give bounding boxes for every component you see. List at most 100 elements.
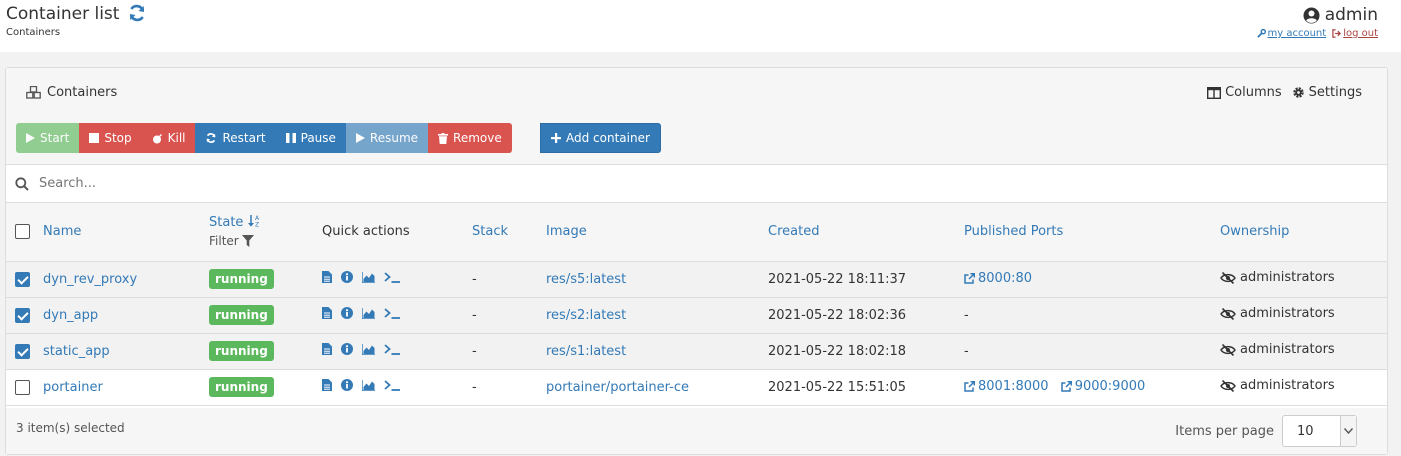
eye-slash-icon bbox=[1220, 271, 1236, 284]
published-port-link[interactable]: 8000:80 bbox=[964, 271, 1032, 286]
stack-cell: - bbox=[472, 333, 546, 370]
ports-cell: - bbox=[964, 333, 1220, 370]
sort-by-state[interactable]: State AZ bbox=[209, 215, 262, 230]
image-link[interactable]: res/s1:latest bbox=[546, 344, 626, 359]
select-all-checkbox[interactable] bbox=[15, 224, 30, 240]
gear-icon bbox=[1292, 87, 1304, 98]
logs-icon[interactable] bbox=[322, 307, 332, 319]
remove-button[interactable]: Remove bbox=[428, 123, 512, 153]
table-row[interactable]: static_app running - res/s1:latest 2021-… bbox=[6, 333, 1387, 370]
svg-text:Z: Z bbox=[255, 222, 259, 228]
panel-header: Containers Columns Settings bbox=[6, 68, 1387, 114]
action-toolbar: Start Stop Kill Restart Pause Resume Rem… bbox=[6, 114, 1387, 165]
selected-count: 3 item(s) selected bbox=[16, 421, 125, 435]
created-cell: 2021-05-22 18:02:36 bbox=[768, 297, 964, 334]
containers-table: Name State AZ Filter Quick actions Stack… bbox=[6, 203, 1387, 406]
search-input[interactable] bbox=[39, 176, 639, 191]
user-circle-icon bbox=[1303, 7, 1320, 23]
info-circle-icon[interactable] bbox=[341, 271, 353, 283]
published-port-link[interactable]: 9000:9000 bbox=[1060, 379, 1145, 394]
image-link[interactable]: res/s5:latest bbox=[546, 272, 626, 287]
table-row[interactable]: dyn_app running - res/s2:latest 2021-05-… bbox=[6, 297, 1387, 334]
add-container-button[interactable]: Add container bbox=[540, 123, 661, 153]
items-per-page-label: Items per page bbox=[1175, 423, 1274, 439]
sort-by-ports[interactable]: Published Ports bbox=[964, 224, 1063, 239]
columns-button[interactable]: Columns bbox=[1207, 85, 1282, 100]
filter-icon bbox=[241, 235, 254, 248]
page-title: Container list bbox=[6, 4, 120, 24]
stack-cell: - bbox=[472, 369, 546, 406]
sort-by-image[interactable]: Image bbox=[546, 224, 587, 239]
info-circle-icon[interactable] bbox=[341, 343, 353, 355]
status-badge: running bbox=[209, 269, 274, 289]
published-port-link[interactable]: 8001:8000 bbox=[964, 379, 1049, 394]
sort-by-created[interactable]: Created bbox=[768, 224, 819, 239]
settings-button[interactable]: Settings bbox=[1292, 85, 1362, 100]
console-icon[interactable] bbox=[384, 271, 401, 283]
info-circle-icon[interactable] bbox=[341, 307, 353, 319]
stop-button[interactable]: Stop bbox=[79, 123, 142, 153]
row-checkbox[interactable] bbox=[15, 343, 30, 359]
table-footer: 3 item(s) selected Items per page 10 bbox=[6, 408, 1387, 454]
bomb-icon bbox=[152, 133, 162, 143]
row-checkbox[interactable] bbox=[15, 271, 30, 287]
sort-by-name[interactable]: Name bbox=[43, 224, 81, 239]
table-row[interactable]: dyn_rev_proxy running - res/s5:latest 20… bbox=[6, 261, 1387, 298]
pause-icon bbox=[285, 133, 296, 143]
console-icon[interactable] bbox=[384, 343, 401, 355]
containers-panel: Containers Columns Settings Start Stop K… bbox=[5, 67, 1388, 455]
stats-chart-icon[interactable] bbox=[362, 343, 375, 355]
logs-icon[interactable] bbox=[322, 271, 332, 283]
chevron-down-icon bbox=[1344, 428, 1353, 434]
stats-chart-icon[interactable] bbox=[362, 307, 375, 319]
sort-by-stack[interactable]: Stack bbox=[472, 224, 508, 239]
restart-button[interactable]: Restart bbox=[195, 123, 276, 153]
container-name-link[interactable]: static_app bbox=[43, 344, 110, 359]
quick-actions-header: Quick actions bbox=[322, 203, 472, 262]
sort-by-ownership[interactable]: Ownership bbox=[1220, 224, 1289, 239]
external-link-icon bbox=[1060, 380, 1072, 392]
eye-slash-icon bbox=[1220, 307, 1236, 320]
external-link-icon bbox=[964, 272, 975, 284]
top-bar: Container list Containers admin my accou… bbox=[0, 0, 1401, 52]
stack-cell: - bbox=[472, 261, 546, 298]
row-checkbox[interactable] bbox=[15, 379, 30, 395]
stats-chart-icon[interactable] bbox=[362, 271, 375, 283]
logs-icon[interactable] bbox=[322, 379, 332, 391]
log-out-link[interactable]: log out bbox=[1332, 28, 1378, 39]
external-link-icon bbox=[964, 380, 975, 392]
stack-cell: - bbox=[472, 297, 546, 334]
container-name-link[interactable]: dyn_app bbox=[43, 308, 98, 323]
user-menu: admin my account log out bbox=[1256, 5, 1378, 39]
created-cell: 2021-05-22 15:51:05 bbox=[768, 369, 964, 406]
plus-icon bbox=[551, 133, 561, 143]
start-button[interactable]: Start bbox=[16, 123, 80, 153]
play-icon bbox=[355, 133, 365, 143]
info-circle-icon[interactable] bbox=[341, 379, 353, 391]
items-per-page-select[interactable]: 10 bbox=[1282, 415, 1357, 447]
stop-icon bbox=[89, 133, 100, 143]
refresh-icon[interactable] bbox=[127, 3, 147, 23]
kill-button[interactable]: Kill bbox=[141, 123, 196, 153]
pause-button[interactable]: Pause bbox=[275, 123, 346, 153]
table-row[interactable]: portainer running - portainer/portainer-… bbox=[6, 369, 1387, 406]
ports-cell: - bbox=[964, 297, 1220, 334]
stats-chart-icon[interactable] bbox=[362, 379, 375, 391]
image-link[interactable]: res/s2:latest bbox=[546, 308, 626, 323]
logs-icon[interactable] bbox=[322, 343, 332, 355]
state-filter[interactable]: Filter bbox=[209, 234, 254, 248]
container-name-link[interactable]: portainer bbox=[43, 380, 103, 395]
username: admin bbox=[1324, 5, 1378, 25]
console-icon[interactable] bbox=[384, 307, 401, 319]
status-badge: running bbox=[209, 341, 274, 361]
created-cell: 2021-05-22 18:11:37 bbox=[768, 261, 964, 298]
row-checkbox[interactable] bbox=[15, 307, 30, 323]
container-name-link[interactable]: dyn_rev_proxy bbox=[43, 272, 137, 287]
panel-title: Containers bbox=[47, 85, 118, 100]
my-account-link[interactable]: my account bbox=[1256, 28, 1326, 39]
console-icon[interactable] bbox=[384, 379, 401, 391]
image-link[interactable]: portainer/portainer-ce bbox=[546, 380, 689, 395]
resume-button[interactable]: Resume bbox=[345, 123, 429, 153]
eye-slash-icon bbox=[1220, 379, 1236, 392]
breadcrumb: Containers bbox=[6, 27, 61, 38]
